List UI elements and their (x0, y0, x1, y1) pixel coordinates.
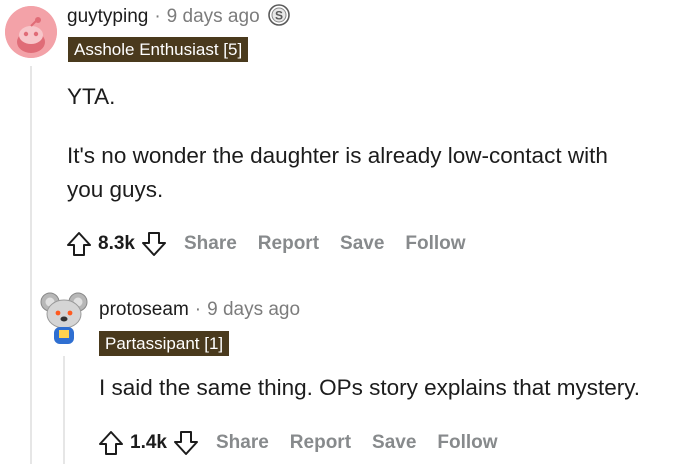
follow-button[interactable]: Follow (437, 432, 497, 454)
user-flair: Asshole Enthusiast [5] (68, 37, 249, 62)
thread-line[interactable] (63, 356, 65, 464)
comment-body-line: YTA. (67, 84, 116, 109)
comment-header: guytyping · 9 days ago S (67, 3, 290, 31)
snoo-koala-avatar-icon (40, 292, 88, 344)
follow-button[interactable]: Follow (405, 233, 465, 255)
separator: · (194, 299, 202, 320)
username[interactable]: protoseam (99, 299, 189, 321)
comment-body-line: I said the same thing. OPs story explain… (99, 375, 641, 400)
upvote-icon[interactable] (64, 229, 94, 259)
comment-actions: 8.3k Share Report Save Follow (64, 229, 466, 259)
upvote-icon[interactable] (96, 428, 126, 458)
comment-body-line: It's no wonder the daughter is already l… (67, 143, 608, 168)
comment-body-line: you guys. (67, 177, 164, 202)
vote-score: 1.4k (130, 432, 167, 453)
save-button[interactable]: Save (340, 233, 384, 255)
timestamp[interactable]: 9 days ago (207, 299, 300, 321)
user-flair: Partassipant [1] (99, 331, 230, 356)
vote-score: 8.3k (98, 233, 135, 254)
report-button[interactable]: Report (258, 233, 319, 255)
separator: · (154, 6, 161, 27)
thread-line[interactable] (30, 66, 32, 464)
report-button[interactable]: Report (290, 432, 351, 454)
svg-text:S: S (275, 8, 283, 22)
share-button[interactable]: Share (216, 432, 269, 454)
comment-actions: 1.4k Share Report Save Follow (96, 428, 498, 458)
timestamp[interactable]: 9 days ago (167, 6, 260, 28)
snoo-avatar-icon (5, 6, 57, 58)
share-button[interactable]: Share (184, 233, 237, 255)
downvote-icon[interactable] (171, 428, 201, 458)
save-button[interactable]: Save (372, 432, 416, 454)
avatar[interactable] (38, 290, 90, 346)
downvote-icon[interactable] (139, 229, 169, 259)
avatar[interactable] (5, 6, 57, 58)
silver-coin-award-icon[interactable]: S (267, 3, 290, 31)
username[interactable]: guytyping (67, 6, 148, 28)
comment-header: protoseam · 9 days ago (99, 298, 300, 322)
